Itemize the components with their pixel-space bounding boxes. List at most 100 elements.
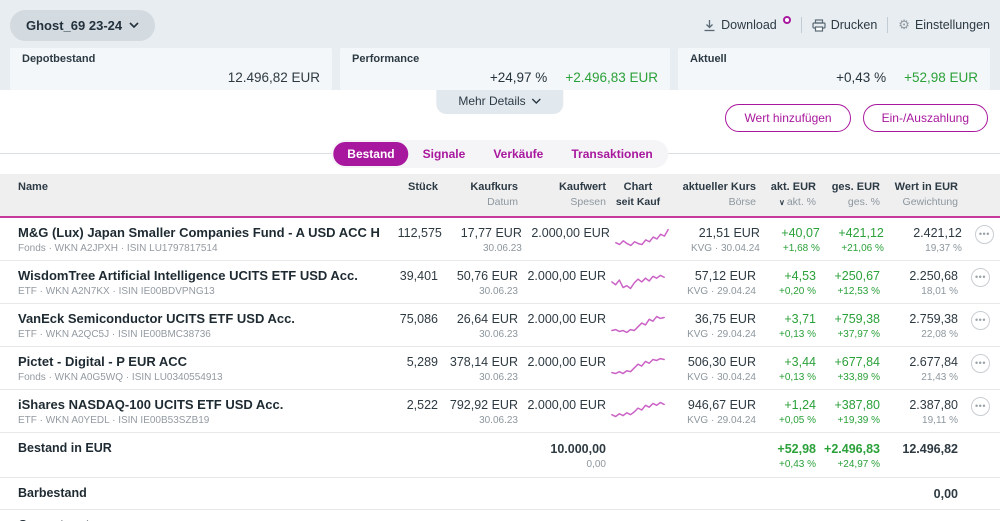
divider	[800, 17, 802, 33]
add-value-button[interactable]: Wert hinzufügen	[725, 104, 851, 132]
menu-cell: •••	[962, 268, 990, 287]
col-header-kurs[interactable]: aktueller Kurs Börse	[670, 180, 756, 210]
wert-cash-cell: 0,00	[933, 487, 958, 501]
stueck-cell: 112,575	[397, 226, 442, 240]
akt-total-cell: +52,98 +0,43 %	[777, 442, 816, 470]
top-actions: Download Drucken ⚙ Einstellungen	[703, 16, 990, 33]
kurs-cell: 57,12 EUR KVG · 29.04.24	[687, 269, 756, 297]
settings-button[interactable]: ⚙ Einstellungen	[898, 17, 990, 33]
kaufwert-cell: 2.000,00 EUR	[527, 355, 606, 369]
band: Mehr Details Wert hinzufügen Ein-/Auszah…	[0, 90, 1000, 140]
kaufkurs-cell: 26,64 EUR 30.06.23	[456, 312, 518, 340]
ges-cell: +421,12 +21,06 %	[838, 226, 884, 254]
sparkline-chart[interactable]	[610, 354, 666, 378]
wert-cell: 2.387,80 19,11 %	[909, 398, 958, 426]
kaufwert-cell: 2.000,00 EUR	[527, 269, 606, 283]
menu-cell: •••	[966, 225, 994, 244]
stueck-cell: 5,289	[406, 355, 438, 369]
summary-row-barbestand: Barbestand 0,00	[0, 478, 1000, 510]
performance-card: Performance +24,97 % +2.496,83 EUR	[340, 48, 670, 90]
performance-value: +2.496,83 EUR	[565, 70, 658, 85]
row-menu-button[interactable]: •••	[974, 225, 994, 244]
portfolio-name: Ghost_69 23-24	[26, 17, 123, 33]
instrument-name[interactable]: VanEck Semiconductor UCITS ETF USD Acc.	[18, 311, 376, 326]
settings-label: Einstellungen	[914, 18, 990, 32]
wert-cell: 2.759,38 22,08 %	[909, 312, 958, 340]
col-header-chart[interactable]: Chart seit Kauf	[610, 180, 666, 210]
row-menu-button[interactable]: •••	[971, 268, 990, 287]
ges-cell: +759,38 +37,97 %	[834, 312, 880, 340]
ges-cell: +677,84 +33,89 %	[834, 355, 880, 383]
aktuell-card: Aktuell +0,43 % +52,98 EUR	[678, 48, 990, 90]
sparkline-chart[interactable]	[610, 268, 666, 292]
kaufwert-cell: 2.000,00 EUR	[531, 226, 610, 240]
portfolio-selector[interactable]: Ghost_69 23-24	[10, 9, 156, 41]
col-header-menu	[962, 180, 990, 210]
download-badge	[782, 16, 791, 24]
instrument-meta: Fonds · WKN A0G5WQ · ISIN LU0340554913	[18, 372, 223, 383]
kaufwert-cell: 2.000,00 EUR	[527, 312, 606, 326]
table-row: M&G (Lux) Japan Smaller Companies Fund -…	[0, 218, 1000, 261]
menu-cell: •••	[962, 311, 990, 330]
instrument-name[interactable]: iShares NASDAQ-100 UCITS ETF USD Acc.	[18, 397, 376, 412]
kaufkurs-cell: 792,92 EUR 30.06.23	[449, 398, 518, 426]
menu-cell: •••	[962, 354, 990, 373]
aktuell-card-label: Aktuell	[690, 53, 727, 65]
sort-icon: ∨	[778, 198, 785, 207]
menu-cell: •••	[962, 397, 990, 416]
gear-icon: ⚙	[898, 17, 910, 32]
summary-cards: Depotbestand 12.496,82 EUR Performance +…	[10, 48, 990, 90]
instrument-meta: ETF · WKN A2N7KX · ISIN IE00BDVPNG13	[18, 286, 215, 297]
col-header-akt[interactable]: akt. EUR ∨ akt. %	[760, 180, 816, 210]
wert-cell: 2.421,12 19,37 %	[913, 226, 962, 254]
col-header-stueck[interactable]: Stück	[380, 180, 438, 210]
chevron-down-icon	[532, 98, 542, 104]
instrument-cell: WisdomTree Artificial Intelligence UCITS…	[18, 268, 376, 297]
instrument-name[interactable]: M&G (Lux) Japan Smaller Companies Fund -…	[18, 225, 380, 240]
performance-card-label: Performance	[352, 53, 420, 65]
instrument-cell: Pictet - Digital - P EUR ACC Fonds · WKN…	[18, 354, 376, 383]
depot-card: Depotbestand 12.496,82 EUR	[10, 48, 332, 90]
table-row: iShares NASDAQ-100 UCITS ETF USD Acc. ET…	[0, 390, 1000, 433]
deposit-withdraw-button[interactable]: Ein-/Auszahlung	[862, 104, 988, 132]
table-row: Pictet - Digital - P EUR ACC Fonds · WKN…	[0, 347, 1000, 390]
kurs-cell: 506,30 EUR KVG · 30.04.24	[687, 355, 756, 383]
col-header-ges[interactable]: ges. EUR ges. %	[820, 180, 880, 210]
table-header: Name Stück Kaufkurs Datum Kaufwert Spesen …	[0, 174, 1000, 218]
table-row: WisdomTree Artificial Intelligence UCITS…	[0, 261, 1000, 304]
instrument-meta: ETF · WKN A2QC5J · ISIN IE00BMC38736	[18, 329, 211, 340]
kaufwert-total-cell: 10.000,00 0,00	[550, 442, 606, 470]
sparkline-chart[interactable]	[610, 311, 666, 335]
col-header-kaufwert[interactable]: Kaufwert Spesen	[522, 180, 606, 210]
col-header-kaufkurs[interactable]: Kaufkurs Datum	[442, 180, 518, 210]
depot-value: 12.496,82 EUR	[227, 70, 320, 85]
tab-verkaeufe[interactable]: Verkäufe	[479, 142, 557, 166]
ges-cell: +250,67 +12,53 %	[834, 269, 880, 297]
akt-cell: +3,71 +0,13 %	[779, 312, 816, 340]
wert-cell: 2.250,68 18,01 %	[909, 269, 958, 297]
akt-cell: +40,07 +1,68 %	[781, 226, 820, 254]
mehr-details-button[interactable]: Mehr Details	[436, 90, 564, 114]
kurs-cell: 21,51 EUR KVG · 30.04.24	[690, 226, 760, 254]
row-menu-button[interactable]: •••	[971, 354, 990, 373]
instrument-meta: Fonds · WKN A2JPXH · ISIN LU1797817514	[18, 243, 218, 254]
instrument-name[interactable]: WisdomTree Artificial Intelligence UCITS…	[18, 268, 376, 283]
row-menu-button[interactable]: •••	[971, 311, 990, 330]
sparkline-chart[interactable]	[610, 397, 666, 421]
summary-label: Barbestand	[18, 486, 87, 500]
download-button[interactable]: Download	[703, 16, 791, 32]
tab-transaktionen[interactable]: Transaktionen	[557, 142, 666, 166]
row-menu-button[interactable]: •••	[971, 397, 990, 416]
wert-cell: 2.677,84 21,43 %	[909, 355, 958, 383]
tab-bestand[interactable]: Bestand	[333, 142, 409, 166]
print-button[interactable]: Drucken	[812, 18, 877, 32]
stueck-cell: 75,086	[399, 312, 438, 326]
col-header-name[interactable]: Name	[18, 180, 376, 210]
aktuell-percent: +0,43 %	[836, 70, 887, 85]
ges-total-cell: +2.496,83 +24,97 %	[824, 442, 880, 470]
tab-group: Bestand Signale Verkäufe Transaktionen	[331, 140, 669, 168]
sparkline-chart[interactable]	[614, 225, 670, 249]
instrument-name[interactable]: Pictet - Digital - P EUR ACC	[18, 354, 376, 369]
col-header-wert[interactable]: Wert in EUR Gewichtung	[884, 180, 958, 210]
tab-signale[interactable]: Signale	[409, 142, 480, 166]
